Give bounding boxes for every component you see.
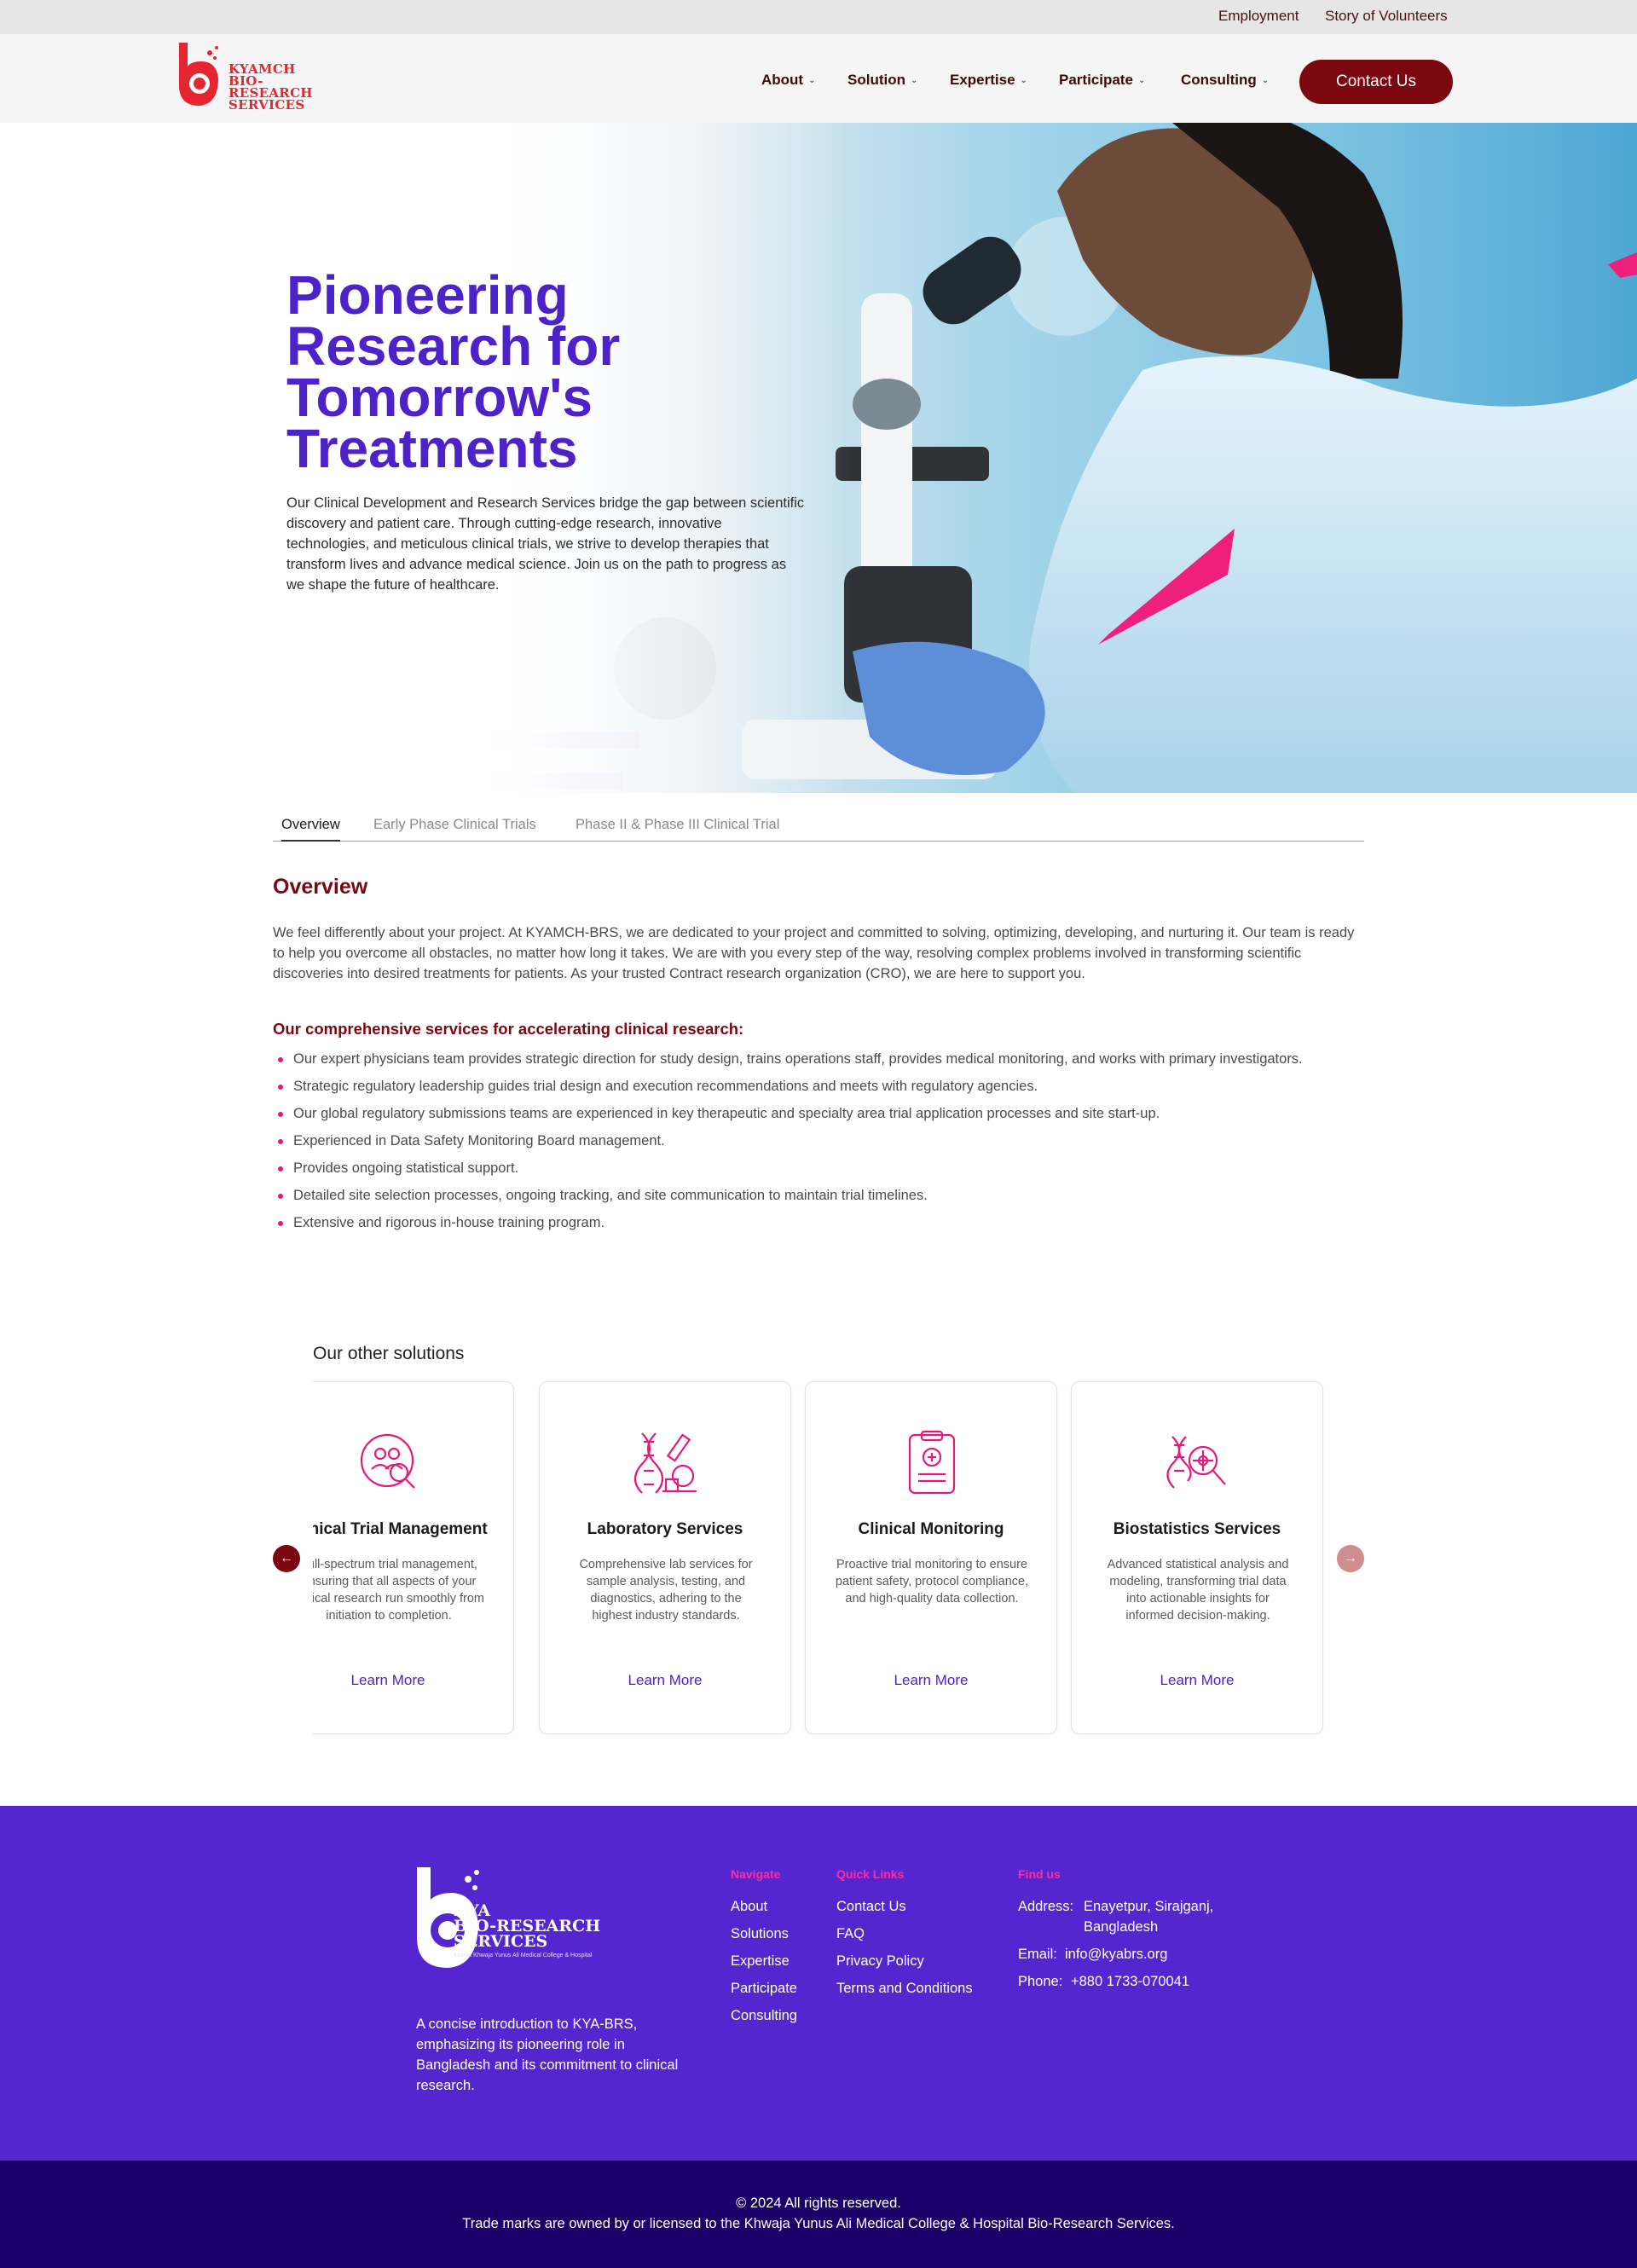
overview-title: Overview <box>273 875 368 899</box>
footer-link-solutions[interactable]: Solutions <box>731 1924 797 1944</box>
footer-link-participate[interactable]: Participate <box>731 1978 797 1999</box>
solution-card-trial-management[interactable]: Clinical Trial Management Full-spectrum … <box>313 1381 514 1734</box>
nav-about[interactable]: About ⌄ <box>761 72 815 89</box>
clipboard-monitoring-icon <box>908 1430 956 1495</box>
footer-quicklinks-list: Contact Us FAQ Privacy Policy Terms and … <box>836 1896 973 2005</box>
card-text: Proactive trial monitoring to ensure pat… <box>835 1558 1029 1606</box>
tab-overview[interactable]: Overview <box>281 817 340 842</box>
nav-expertise[interactable]: Expertise ⌄ <box>950 72 1027 89</box>
footer-phone[interactable]: +880 1733-070041 <box>1071 1971 1189 1992</box>
hero-title: Pioneering Research for Tomorrow's Treat… <box>286 264 621 479</box>
card-text: Comprehensive lab services for sample an… <box>579 1558 753 1623</box>
copyright-text: © 2024 All rights reserved. <box>736 2196 901 2211</box>
footer-email[interactable]: info@kyabrs.org <box>1065 1944 1167 1964</box>
solution-card-biostatistics[interactable]: Biostatistics Services Advanced statisti… <box>1071 1381 1323 1734</box>
card-title: Clinical Trial Management <box>313 1520 488 1538</box>
carousel-prev-button[interactable]: ← <box>273 1545 300 1572</box>
footer-navigate-heading: Navigate <box>731 1867 781 1881</box>
learn-more-link[interactable]: Learn More <box>1072 1672 1322 1689</box>
footer-link-about[interactable]: About <box>731 1896 797 1917</box>
nav-consulting[interactable]: Consulting ⌄ <box>1181 72 1269 89</box>
chevron-down-icon: ⌄ <box>808 76 816 85</box>
footer-address-label: Address: <box>1018 1899 1074 1914</box>
site-footer <box>0 1806 1637 2161</box>
list-item: Our global regulatory submissions teams … <box>273 1103 1364 1124</box>
learn-more-link[interactable]: Learn More <box>313 1672 513 1689</box>
topbar-link-volunteers[interactable]: Story of Volunteers <box>1325 8 1448 25</box>
carousel-next-button[interactable]: → <box>1337 1545 1364 1572</box>
footer-phone-label: Phone: <box>1018 1974 1063 1989</box>
footer-about-text: A concise introduction to KYA-BRS, empha… <box>416 2016 679 2093</box>
top-utility-bar: Employment Story of Volunteers <box>0 0 1637 34</box>
nav-participate[interactable]: Participate ⌄ <box>1059 72 1145 89</box>
services-title: Our comprehensive services for accelerat… <box>273 1020 744 1038</box>
overview-text: We feel differently about your project. … <box>273 925 1355 981</box>
footer-logo-wordmark: KYA BIO-RESEARCH SERVICES <box>454 1901 601 1951</box>
contact-us-button[interactable]: Contact Us <box>1299 60 1453 104</box>
services-list: Our expert physicians team provides stra… <box>273 1049 1364 1240</box>
list-item: Detailed site selection processes, ongoi… <box>273 1185 1364 1206</box>
solution-card-monitoring[interactable]: Clinical Monitoring Proactive trial moni… <box>805 1381 1057 1734</box>
footer-quicklinks-heading: Quick Links <box>836 1867 905 1881</box>
list-item: Strategic regulatory leadership guides t… <box>273 1076 1364 1096</box>
chevron-down-icon: ⌄ <box>1137 76 1146 85</box>
card-text: Full-spectrum trial management, ensuring… <box>313 1558 485 1623</box>
list-item: Our expert physicians team provides stra… <box>273 1049 1364 1069</box>
other-solutions-title: Our other solutions <box>313 1344 465 1363</box>
copyright-notice: © 2024 All rights reserved. Trade marks … <box>0 2193 1637 2234</box>
hero-description: Our Clinical Development and Research Se… <box>286 495 805 593</box>
card-title: Biostatistics Services <box>1113 1520 1281 1538</box>
footer-address-line2: Bangladesh <box>1084 1919 1159 1935</box>
tab-phase-2-3[interactable]: Phase II & Phase III Clinical Trial <box>576 817 779 840</box>
list-item: Experienced in Data Safety Monitoring Bo… <box>273 1131 1364 1151</box>
footer-address-line1: Enayetpur, Sirajganj, <box>1084 1899 1214 1914</box>
solution-tabs: Overview Early Phase Clinical Trials Pha… <box>273 812 1364 842</box>
hero-section: Pioneering Research for Tomorrow's Treat… <box>0 123 1637 793</box>
card-title: Clinical Monitoring <box>858 1520 1004 1538</box>
footer-navigate-list: About Solutions Expertise Participate Co… <box>731 1896 797 2033</box>
solutions-carousel: Clinical Trial Management Full-spectrum … <box>313 1380 1324 1738</box>
footer-link-consulting[interactable]: Consulting <box>731 2005 797 2026</box>
footer-link-expertise[interactable]: Expertise <box>731 1951 797 1971</box>
nav-solution[interactable]: Solution ⌄ <box>847 72 917 89</box>
hero-lab-photo <box>0 123 1637 793</box>
logo-mark-icon <box>179 43 218 106</box>
card-title: Laboratory Services <box>587 1520 743 1538</box>
tab-early-phase[interactable]: Early Phase Clinical Trials <box>373 817 536 840</box>
topbar-link-employment[interactable]: Employment <box>1218 8 1299 25</box>
arrow-right-icon: → <box>1344 1551 1357 1565</box>
logo-wordmark: KYAMCH BIO-RESEARCH SERVICES <box>228 61 313 113</box>
learn-more-link[interactable]: Learn More <box>806 1672 1056 1689</box>
trademark-text: Trade marks are owned by or licensed to … <box>462 2216 1175 2231</box>
list-item: Extensive and rigorous in-house training… <box>273 1212 1364 1233</box>
learn-more-link[interactable]: Learn More <box>540 1672 790 1689</box>
footer-findus-heading: Find us <box>1018 1867 1061 1881</box>
chevron-down-icon: ⌄ <box>1261 76 1270 85</box>
trial-management-icon <box>360 1433 415 1489</box>
footer-link-faq[interactable]: FAQ <box>836 1924 973 1944</box>
list-item: Provides ongoing statistical support. <box>273 1158 1364 1178</box>
footer-link-contact[interactable]: Contact Us <box>836 1896 973 1917</box>
footer-link-terms[interactable]: Terms and Conditions <box>836 1978 973 1999</box>
dna-analysis-icon <box>1166 1436 1226 1489</box>
footer-link-privacy[interactable]: Privacy Policy <box>836 1951 973 1971</box>
solution-card-laboratory[interactable]: Laboratory Services Comprehensive lab se… <box>539 1381 791 1734</box>
laboratory-icon <box>633 1432 697 1494</box>
footer-logo-subtitle: Unit of Khwaja Yunus Ali Medical College… <box>454 1953 593 1958</box>
chevron-down-icon: ⌄ <box>910 76 918 85</box>
card-text: Advanced statistical analysis and modeli… <box>1107 1558 1289 1623</box>
arrow-left-icon: ← <box>280 1551 293 1565</box>
chevron-down-icon: ⌄ <box>1020 76 1027 85</box>
brand-logo[interactable]: KYAMCH BIO-RESEARCH SERVICES <box>176 41 346 113</box>
footer-email-label: Email: <box>1018 1947 1057 1962</box>
